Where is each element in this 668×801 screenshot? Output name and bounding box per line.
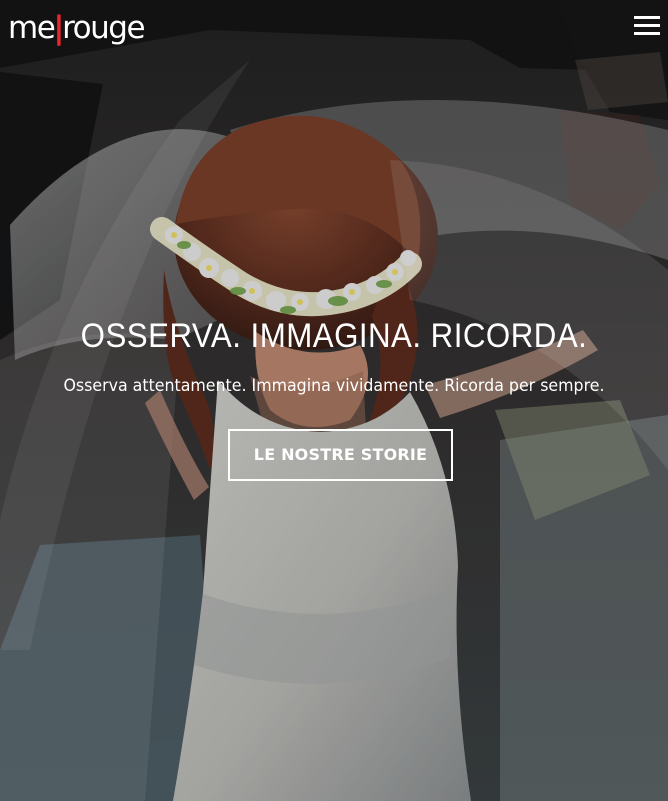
- logo-prefix: me: [8, 10, 56, 46]
- logo-suffix: rouge: [62, 10, 145, 46]
- hero-background-photo: [0, 0, 668, 801]
- brand-logo[interactable]: me|rouge: [8, 10, 146, 46]
- our-stories-button[interactable]: LE NOSTRE STORIE: [228, 429, 453, 481]
- top-bar: me|rouge: [0, 0, 668, 60]
- hero-subtitle: Osserva attentamente. Immagina vividamen…: [63, 376, 605, 396]
- hero-title: OSSERVA. IMMAGINA. RICORDA.: [80, 317, 588, 355]
- menu-line-top: [634, 16, 660, 19]
- menu-line-bottom: [634, 32, 660, 35]
- menu-line-middle: [634, 24, 660, 27]
- hero-section: me|rouge OSSERVA. IMMAGINA. RICORDA. Oss…: [0, 0, 668, 801]
- hamburger-menu-icon[interactable]: [634, 16, 660, 38]
